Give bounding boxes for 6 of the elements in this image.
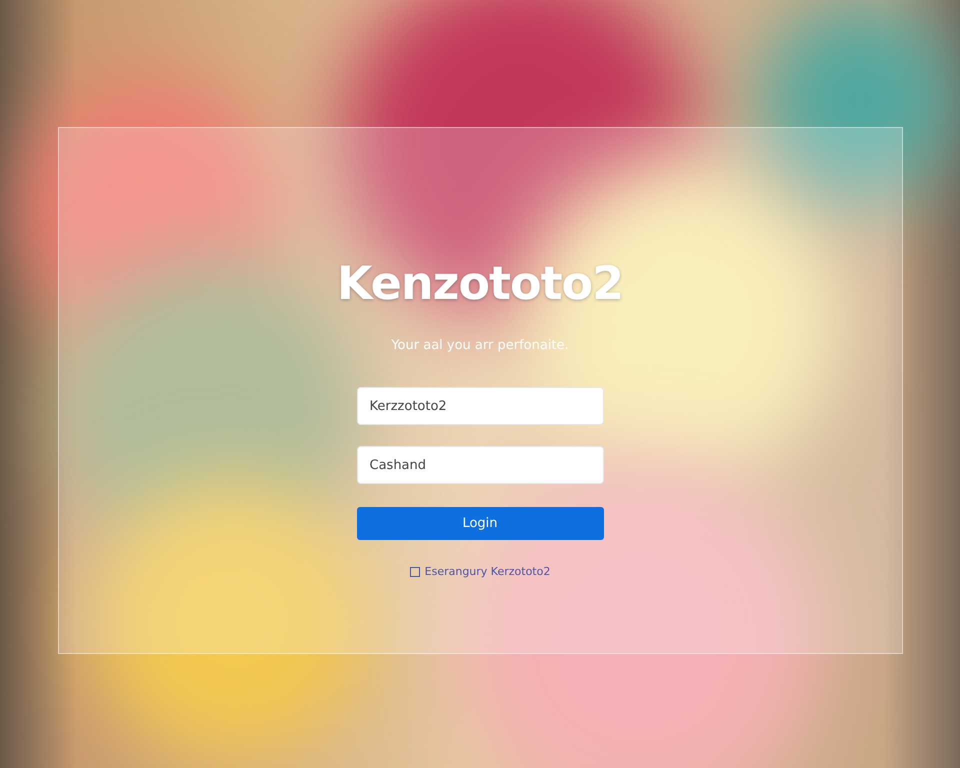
input-field[interactable]: Kerzzototo2 — [356, 387, 604, 425]
login-button[interactable]: Login — [356, 507, 604, 540]
subtitle: Your aal you arr perfonaite. — [391, 338, 569, 353]
checkbox[interactable] — [410, 566, 420, 576]
checkbox-label[interactable]: Eserangury Kerzototo2 — [424, 565, 550, 578]
input-field[interactable]: Cashand — [356, 446, 604, 484]
